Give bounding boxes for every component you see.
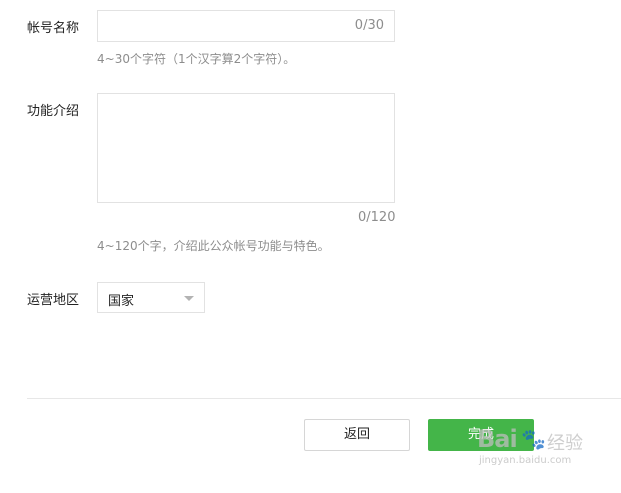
baidu-jingyan-watermark: Bai 🐾 经验 jingyan.baidu.com (477, 425, 607, 470)
paw-icon: 🐾 (521, 427, 546, 451)
watermark-logo-text: Bai (477, 425, 518, 453)
region-selected-value: 国家 (108, 294, 135, 309)
description-textarea[interactable] (97, 93, 395, 203)
description-hint: 4~120个字，介绍此公众帐号功能与特色。 (97, 239, 330, 253)
account-name-label: 帐号名称 (27, 21, 80, 36)
account-name-input[interactable]: 0/30 (97, 10, 395, 42)
account-name-hint: 4~30个字符（1个汉字算2个字符）。 (97, 52, 296, 66)
description-counter: 0/120 (358, 210, 396, 225)
account-name-counter: 0/30 (354, 18, 384, 33)
region-select[interactable]: 国家 (97, 282, 205, 313)
back-button[interactable]: 返回 (304, 419, 410, 451)
watermark-suffix: 经验 (547, 433, 583, 454)
watermark-url: jingyan.baidu.com (479, 455, 572, 466)
description-label: 功能介绍 (27, 104, 80, 119)
chevron-down-icon (184, 296, 194, 301)
region-label: 运营地区 (27, 293, 80, 308)
footer-divider (27, 398, 621, 399)
